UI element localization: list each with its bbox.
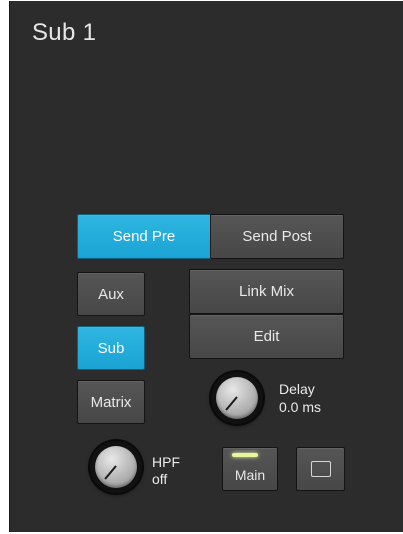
sub-bus-panel: Sub 1 Send Pre Send Post Aux Sub Matrix … [9,1,403,532]
delay-label: Delay [279,381,315,397]
delay-value: 0.0 ms [279,399,322,415]
edit-button[interactable]: Edit [189,314,344,359]
panel-title: Sub 1 [32,19,97,46]
main-label: Main [234,467,266,483]
delay-knob-pointer [225,396,238,411]
send-pre-button[interactable]: Send Pre [77,214,211,259]
hpf-knob-pointer [104,465,117,480]
delay-knob-cap [216,377,258,419]
square-button[interactable] [296,447,345,491]
aux-button[interactable]: Aux [77,272,145,316]
hpf-knob[interactable] [90,441,142,493]
main-button[interactable]: Main [222,447,278,491]
link-mix-button[interactable]: Link Mix [189,269,344,314]
matrix-button[interactable]: Matrix [77,380,145,424]
hpf-value: off [152,471,168,487]
hpf-label: HPF [152,454,180,470]
sub-button[interactable]: Sub [77,326,145,370]
delay-knob[interactable] [211,372,263,424]
main-led-indicator [232,453,258,457]
send-post-button[interactable]: Send Post [210,214,344,259]
square-icon [310,461,331,477]
hpf-knob-cap [95,446,137,488]
